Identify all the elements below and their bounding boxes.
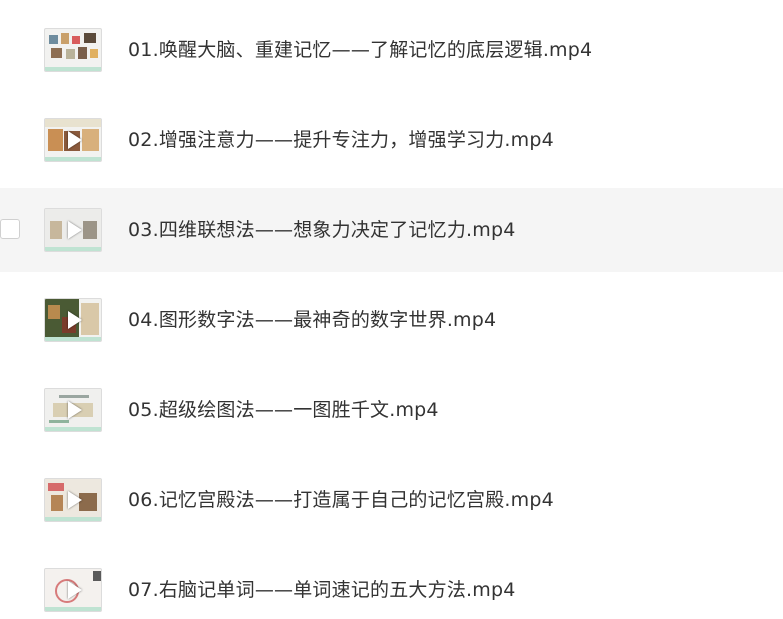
video-thumbnail-icon[interactable] <box>44 568 102 612</box>
file-name[interactable]: 04.图形数字法——最神奇的数字世界.mp4 <box>128 307 496 333</box>
file-name[interactable]: 06.记忆宫殿法——打造属于自己的记忆宫殿.mp4 <box>128 487 554 513</box>
file-name[interactable]: 02.增强注意力——提升专注力，增强学习力.mp4 <box>128 127 554 153</box>
file-row[interactable]: 07.右脑记单词——单词速记的五大方法.mp4 <box>0 548 783 619</box>
video-thumbnail-icon[interactable] <box>44 28 102 72</box>
file-row[interactable]: 03.四维联想法——想象力决定了记忆力.mp4 <box>0 188 783 272</box>
file-row[interactable]: 01.唤醒大脑、重建记忆——了解记忆的底层逻辑.mp4 <box>0 8 783 92</box>
file-row[interactable]: 04.图形数字法——最神奇的数字世界.mp4 <box>0 278 783 362</box>
video-thumbnail-icon[interactable] <box>44 298 102 342</box>
play-icon <box>68 131 82 149</box>
play-icon <box>68 221 82 239</box>
row-checkbox[interactable] <box>0 219 20 239</box>
video-thumbnail-icon[interactable] <box>44 208 102 252</box>
file-name[interactable]: 07.右脑记单词——单词速记的五大方法.mp4 <box>128 577 516 603</box>
file-row[interactable]: 06.记忆宫殿法——打造属于自己的记忆宫殿.mp4 <box>0 458 783 542</box>
file-row[interactable]: 05.超级绘图法——一图胜千文.mp4 <box>0 368 783 452</box>
play-icon <box>68 311 82 329</box>
file-name[interactable]: 01.唤醒大脑、重建记忆——了解记忆的底层逻辑.mp4 <box>128 37 592 63</box>
video-thumbnail-icon[interactable] <box>44 478 102 522</box>
video-thumbnail-icon[interactable] <box>44 388 102 432</box>
video-thumbnail-icon[interactable] <box>44 118 102 162</box>
play-icon <box>68 581 82 599</box>
file-row[interactable]: 02.增强注意力——提升专注力，增强学习力.mp4 <box>0 98 783 182</box>
file-name[interactable]: 03.四维联想法——想象力决定了记忆力.mp4 <box>128 217 516 243</box>
file-name[interactable]: 05.超级绘图法——一图胜千文.mp4 <box>128 397 439 423</box>
play-icon <box>68 491 82 509</box>
video-file-list: 01.唤醒大脑、重建记忆——了解记忆的底层逻辑.mp4 02.增强注意力——提升… <box>0 0 783 619</box>
play-icon <box>68 401 82 419</box>
